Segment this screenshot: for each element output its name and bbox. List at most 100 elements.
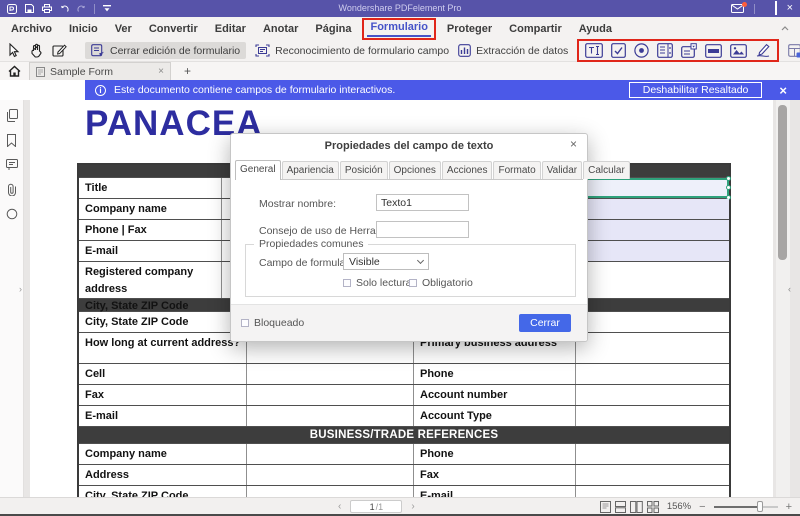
messages-icon[interactable] <box>730 2 747 13</box>
display-name-input[interactable]: Texto1 <box>376 194 469 211</box>
thumbnails-icon[interactable] <box>6 109 18 122</box>
row-label: Phone <box>414 444 576 464</box>
zoom-in-icon[interactable]: + <box>786 501 792 513</box>
next-page-icon[interactable]: › <box>411 501 414 512</box>
row-label: E-mail <box>79 406 247 426</box>
menu-ver[interactable]: Ver <box>107 20 140 38</box>
menu-compartir[interactable]: Compartir <box>501 20 570 38</box>
row-label: Fax <box>79 385 247 405</box>
menu-ayuda[interactable]: Ayuda <box>571 20 620 38</box>
required-label: Obligatorio <box>422 277 473 289</box>
form-field-visibility-select[interactable]: Visible <box>343 253 429 270</box>
menu-editar[interactable]: Editar <box>207 20 254 38</box>
attachments-icon[interactable] <box>7 183 17 196</box>
menu-pagina[interactable]: Página <box>307 20 359 38</box>
two-page-view-icon[interactable] <box>629 500 643 513</box>
page-navigation: ‹ 1 /1 › <box>338 499 415 514</box>
dialog-close-button[interactable]: Cerrar <box>519 314 571 332</box>
print-icon[interactable] <box>42 4 52 13</box>
close-form-edit-icon <box>91 44 105 57</box>
selection-handle[interactable] <box>726 176 731 181</box>
menu-convertir[interactable]: Convertir <box>141 20 206 38</box>
row-label: Account number <box>414 385 576 405</box>
tab-close-icon[interactable]: × <box>158 66 164 77</box>
tooltip-input[interactable] <box>376 221 469 238</box>
tab-apariencia[interactable]: Apariencia <box>281 161 339 179</box>
list-box-tool-icon[interactable] <box>657 43 674 58</box>
comments-icon[interactable] <box>5 159 18 171</box>
tab-calcular[interactable]: Calcular <box>583 161 630 179</box>
scrollbar-thumb[interactable] <box>778 105 787 260</box>
tab-opciones[interactable]: Opciones <box>388 161 441 179</box>
selection-handle[interactable] <box>726 185 731 190</box>
row-label: Account Type <box>414 406 576 426</box>
tab-posicion[interactable]: Posición <box>339 161 388 179</box>
chevron-down-icon <box>416 256 425 264</box>
dialog-close-icon[interactable]: × <box>570 137 577 151</box>
bookmarks-icon[interactable] <box>6 134 17 147</box>
close-button[interactable]: × <box>787 0 793 17</box>
locked-checkbox[interactable] <box>241 319 249 327</box>
required-option[interactable]: Obligatorio <box>409 277 473 289</box>
close-form-edit-button[interactable]: Cerrar edición de formulario <box>85 42 247 59</box>
undo-icon[interactable] <box>60 5 69 13</box>
menu-inicio[interactable]: Inicio <box>61 20 106 38</box>
readonly-checkbox[interactable] <box>343 279 351 287</box>
zoom-out-icon[interactable]: − <box>699 501 705 513</box>
continuous-view-icon[interactable] <box>614 500 626 513</box>
view-and-zoom-controls: 156% − + <box>599 499 792 514</box>
customize-toolbar-icon[interactable] <box>103 5 111 12</box>
row-label: Fax <box>414 465 576 485</box>
tab-validar[interactable]: Validar <box>541 161 583 179</box>
readonly-option[interactable]: Solo lectura <box>343 277 411 289</box>
document-tab[interactable]: Sample Form × <box>29 62 171 80</box>
select-cursor-icon[interactable] <box>7 43 20 58</box>
table-cell <box>247 444 414 464</box>
menu-anotar[interactable]: Anotar <box>255 20 306 38</box>
edit-field-icon[interactable] <box>52 43 67 58</box>
page-number-input[interactable]: 1 /1 <box>350 500 403 513</box>
menu-proteger[interactable]: Proteger <box>439 20 500 38</box>
new-tab-icon[interactable]: + <box>184 64 191 78</box>
signature-field-tool-icon[interactable] <box>755 43 771 58</box>
zoom-slider[interactable] <box>713 501 778 512</box>
sidebar-expand-icon[interactable]: › <box>19 284 22 294</box>
field-recognition-button[interactable]: Reconocimiento de formulario campo <box>255 44 449 57</box>
menu-formulario[interactable]: Formulario <box>362 17 436 40</box>
button-tool-icon[interactable] <box>705 43 723 58</box>
table-row: Fax Account number <box>79 385 729 406</box>
previous-page-icon[interactable]: ‹ <box>338 501 341 512</box>
search-icon[interactable] <box>6 208 18 220</box>
close-form-edit-label: Cerrar edición de formulario <box>110 44 241 57</box>
display-name-label: Mostrar nombre: <box>259 198 337 210</box>
single-page-view-icon[interactable] <box>599 500 611 513</box>
right-panel-collapse-icon[interactable]: ‹ <box>788 284 791 294</box>
grid-view-icon[interactable] <box>646 500 659 513</box>
vertical-scrollbar[interactable] <box>776 100 790 497</box>
zoom-level[interactable]: 156% <box>667 501 691 512</box>
page-total: /1 <box>375 501 384 512</box>
text-field-tool-icon[interactable] <box>585 43 604 58</box>
zoom-slider-thumb[interactable] <box>756 501 763 512</box>
radio-button-tool-icon[interactable] <box>634 43 649 58</box>
disable-highlight-button[interactable]: Deshabilitar Resaltado <box>628 82 763 98</box>
menu-archivo[interactable]: Archivo <box>3 20 60 38</box>
required-checkbox[interactable] <box>409 279 417 287</box>
tab-general[interactable]: General <box>235 160 281 180</box>
table-cell <box>247 385 414 405</box>
tab-formato[interactable]: Formato <box>493 161 541 179</box>
redo-icon[interactable] <box>77 5 86 13</box>
notification-close-icon[interactable]: × <box>779 83 787 98</box>
combo-box-tool-icon[interactable] <box>681 43 698 58</box>
data-extraction-button[interactable]: Extracción de datos <box>458 44 568 57</box>
home-icon[interactable] <box>8 65 21 77</box>
info-icon: i <box>95 84 106 96</box>
tab-acciones[interactable]: Acciones <box>441 161 493 179</box>
form-properties-icon[interactable] <box>788 43 800 58</box>
hand-pan-icon[interactable] <box>29 43 43 58</box>
checkbox-tool-icon[interactable] <box>611 43 627 58</box>
maximize-button[interactable] <box>774 0 777 17</box>
collapse-ribbon-icon[interactable] <box>781 26 789 31</box>
save-icon[interactable] <box>25 4 34 13</box>
image-field-tool-icon[interactable] <box>730 43 748 58</box>
